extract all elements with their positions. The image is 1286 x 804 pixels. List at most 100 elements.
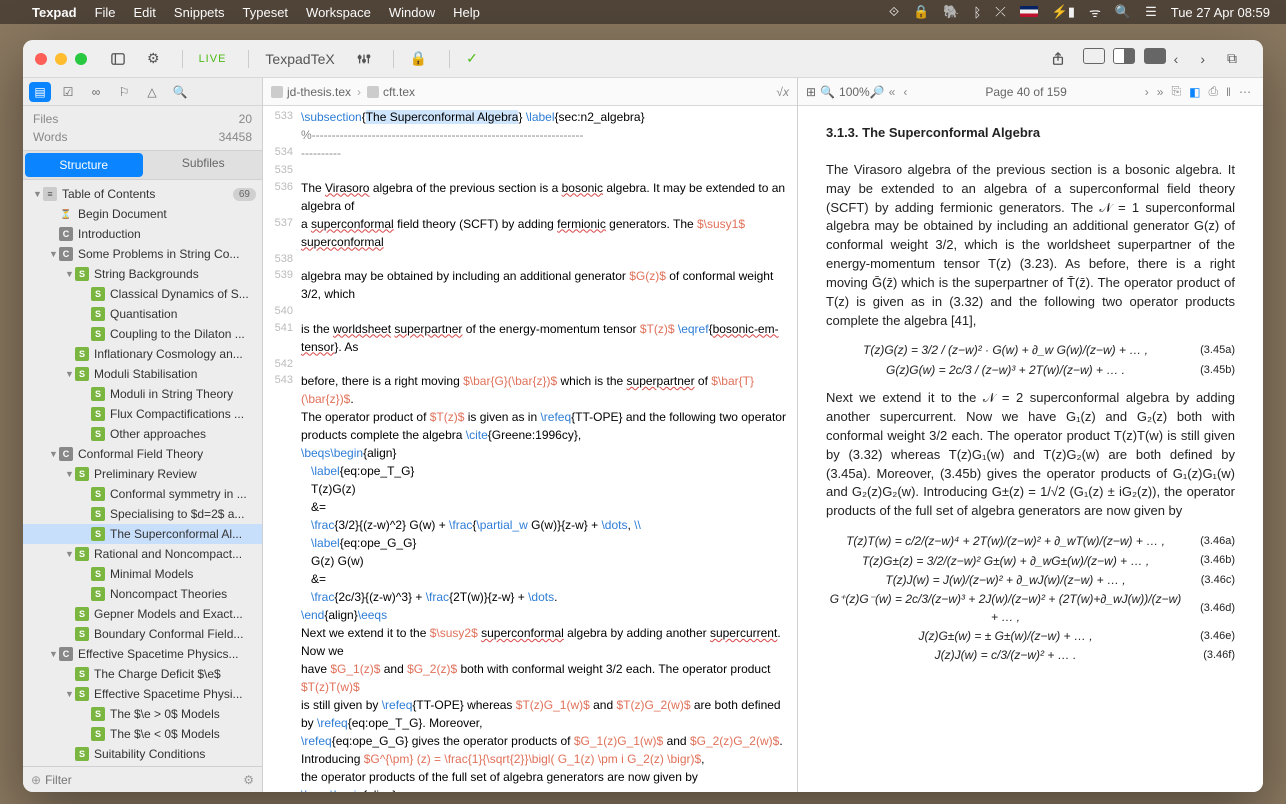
wifi-icon[interactable]: ᯤ: [1089, 3, 1101, 21]
code-line[interactable]: 541is the worldsheet superpartner of the…: [263, 320, 797, 356]
code-line[interactable]: \frac{2c/3}{(z-w)^3} + \frac{2T(w)}{z-w}…: [263, 588, 797, 606]
preview-nav-next-icon[interactable]: ›: [1141, 85, 1153, 99]
code-line[interactable]: 538: [263, 251, 797, 268]
outline-item[interactable]: SConformal symmetry in ...: [23, 484, 262, 504]
code-line[interactable]: \beqs\begin{align}: [263, 444, 797, 462]
menu-workspace[interactable]: Workspace: [306, 5, 371, 20]
code-line[interactable]: &=: [263, 498, 797, 516]
outline-item[interactable]: SThe Superconformal Al...: [23, 524, 262, 544]
outline-item[interactable]: SSpecialising to $d=2$ a...: [23, 504, 262, 524]
code-line[interactable]: \refeq{eq:ope_G_G} gives the operator pr…: [263, 732, 797, 768]
filter-input[interactable]: [45, 773, 243, 787]
menubar-app-name[interactable]: Texpad: [32, 5, 77, 20]
code-line[interactable]: 536The Virasoro algebra of the previous …: [263, 179, 797, 215]
view-mode-selector[interactable]: [1079, 48, 1166, 69]
outline-item[interactable]: SOther approaches: [23, 424, 262, 444]
typeset-live-button[interactable]: LIVE: [191, 50, 235, 68]
sidebar-tab-link-icon[interactable]: ∞: [85, 82, 107, 102]
filter-settings-icon[interactable]: ⚙︎: [243, 773, 254, 787]
outline-item[interactable]: SGepner Models and Exact...: [23, 604, 262, 624]
preview-nav-prev-icon[interactable]: ‹: [899, 85, 911, 99]
outline-item[interactable]: CIntroduction: [23, 224, 262, 244]
outline-item[interactable]: ▼SModuli Stabilisation: [23, 364, 262, 384]
evernote-icon[interactable]: 🐘: [943, 4, 959, 20]
code-line[interactable]: 533\subsection{The Superconformal Algebr…: [263, 108, 797, 126]
code-line[interactable]: \end{align}\eeqs: [263, 606, 797, 624]
code-line[interactable]: have $G_1(z)$ and $G_2(z)$ both with con…: [263, 660, 797, 696]
tab-structure[interactable]: Structure: [25, 153, 143, 177]
sidebar-tab-outline-icon[interactable]: ▤: [29, 82, 51, 102]
math-mode-icon[interactable]: √x: [776, 85, 789, 99]
outline-item[interactable]: SQuantisation: [23, 304, 262, 324]
nav-back-icon[interactable]: ‹: [1166, 48, 1187, 70]
code-line[interactable]: products complete the algebra \cite{Gree…: [263, 426, 797, 444]
code-line[interactable]: 539algebra may be obtained by including …: [263, 267, 797, 303]
outline-item[interactable]: SThe $\e > 0$ Models: [23, 704, 262, 724]
breadcrumb-file[interactable]: cft.tex: [367, 85, 415, 99]
sidebar-toggle-icon[interactable]: [103, 49, 133, 69]
outline-item[interactable]: ▼CConformal Field Theory: [23, 444, 262, 464]
code-line[interactable]: \label{eq:ope_G_G}: [263, 534, 797, 552]
new-window-icon[interactable]: ⧉: [1219, 47, 1245, 70]
pdf-grid-icon[interactable]: ⊞: [806, 85, 816, 99]
code-line[interactable]: G(z) G(w): [263, 552, 797, 570]
outline-item[interactable]: ▼CEffective Spacetime Physics...: [23, 644, 262, 664]
code-line[interactable]: \beqs\begin{align}: [263, 786, 797, 792]
outline-item[interactable]: ▼SEffective Spacetime Physi...: [23, 684, 262, 704]
menu-typeset[interactable]: Typeset: [243, 5, 289, 20]
code-line[interactable]: \frac{3/2}{(z-w)^2} G(w) + \frac{\partia…: [263, 516, 797, 534]
window-minimize[interactable]: [55, 53, 67, 65]
engine-label[interactable]: TexpadTeX: [257, 48, 342, 70]
preview-nav-first-icon[interactable]: «: [885, 85, 900, 99]
code-line[interactable]: 534----------: [263, 144, 797, 162]
tab-subfiles[interactable]: Subfiles: [145, 151, 263, 179]
spotlight-icon[interactable]: 🔍: [1115, 4, 1131, 20]
outline-item[interactable]: SSuitability Conditions: [23, 744, 262, 764]
preview-pause-icon[interactable]: ‖: [1222, 85, 1235, 99]
do-not-disturb-icon[interactable]: ⤫: [995, 4, 1005, 20]
settings-icon[interactable]: ⚙︎: [139, 47, 168, 70]
code-line[interactable]: the operator products of the full set of…: [263, 768, 797, 786]
zoom-search-icon[interactable]: 🔍: [820, 85, 835, 99]
typeset-success-icon[interactable]: ✓: [458, 47, 486, 70]
sidebar-tab-search-icon[interactable]: 🔍: [169, 82, 191, 102]
breadcrumb-root[interactable]: jd-thesis.tex: [271, 85, 351, 99]
outline-tree[interactable]: ▼ ≡ Table of Contents 69 ⏳Begin Document…: [23, 180, 262, 766]
code-line[interactable]: T(z)G(z): [263, 480, 797, 498]
language-flag-icon[interactable]: [1020, 5, 1038, 20]
outline-item[interactable]: ▼SRational and Noncompact...: [23, 544, 262, 564]
view-mode-split-icon[interactable]: [1113, 48, 1135, 64]
sidebar-tab-warning-icon[interactable]: △: [141, 82, 163, 102]
editor-text-area[interactable]: 533\subsection{The Superconformal Algebr…: [263, 106, 797, 792]
battery-icon[interactable]: ⚡▮: [1052, 4, 1075, 20]
pdf-preview[interactable]: 3.1.3. The Superconformal Algebra The Vi…: [798, 106, 1263, 792]
code-line[interactable]: 542: [263, 356, 797, 373]
menu-snippets[interactable]: Snippets: [174, 5, 225, 20]
outline-item[interactable]: SModuli in String Theory: [23, 384, 262, 404]
code-line[interactable]: The operator product of $T(z)$ is given …: [263, 408, 797, 426]
outline-item[interactable]: SFlux Compactifications ...: [23, 404, 262, 424]
outline-item[interactable]: SMinimal Models: [23, 564, 262, 584]
preview-print-icon[interactable]: ⎙: [1204, 84, 1222, 99]
preview-sync-icon[interactable]: ⎘: [1167, 84, 1185, 99]
menu-help[interactable]: Help: [453, 5, 480, 20]
code-line[interactable]: %---------------------------------------…: [263, 126, 797, 144]
code-line[interactable]: \label{eq:ope_T_G}: [263, 462, 797, 480]
dropbox-icon[interactable]: ⟐: [889, 4, 899, 20]
outline-item[interactable]: SThe $\e < 0$ Models: [23, 724, 262, 744]
code-line[interactable]: Next we extend it to the $\susy2$ superc…: [263, 624, 797, 660]
outline-item[interactable]: SBoundary Conformal Field...: [23, 624, 262, 644]
outline-item[interactable]: SThe Charge Deficit $\e$: [23, 664, 262, 684]
outline-item[interactable]: SClassical Dynamics of S...: [23, 284, 262, 304]
outline-item[interactable]: ▼CSome Problems in String Co...: [23, 244, 262, 264]
code-line[interactable]: 543before, there is a right moving $\bar…: [263, 372, 797, 408]
outline-item[interactable]: ▼SString Backgrounds: [23, 264, 262, 284]
sidebar-tab-todo-icon[interactable]: ☑: [57, 82, 79, 102]
preview-more-icon[interactable]: ⋯: [1235, 85, 1255, 99]
engine-settings-icon[interactable]: [349, 49, 379, 69]
sidebar-tab-bookmark-icon[interactable]: ⚐: [113, 82, 135, 102]
menu-window[interactable]: Window: [389, 5, 435, 20]
outline-item[interactable]: SCoupling to the Dilaton ...: [23, 324, 262, 344]
outline-item[interactable]: ▼SPreliminary Review: [23, 464, 262, 484]
code-line[interactable]: 540: [263, 303, 797, 320]
